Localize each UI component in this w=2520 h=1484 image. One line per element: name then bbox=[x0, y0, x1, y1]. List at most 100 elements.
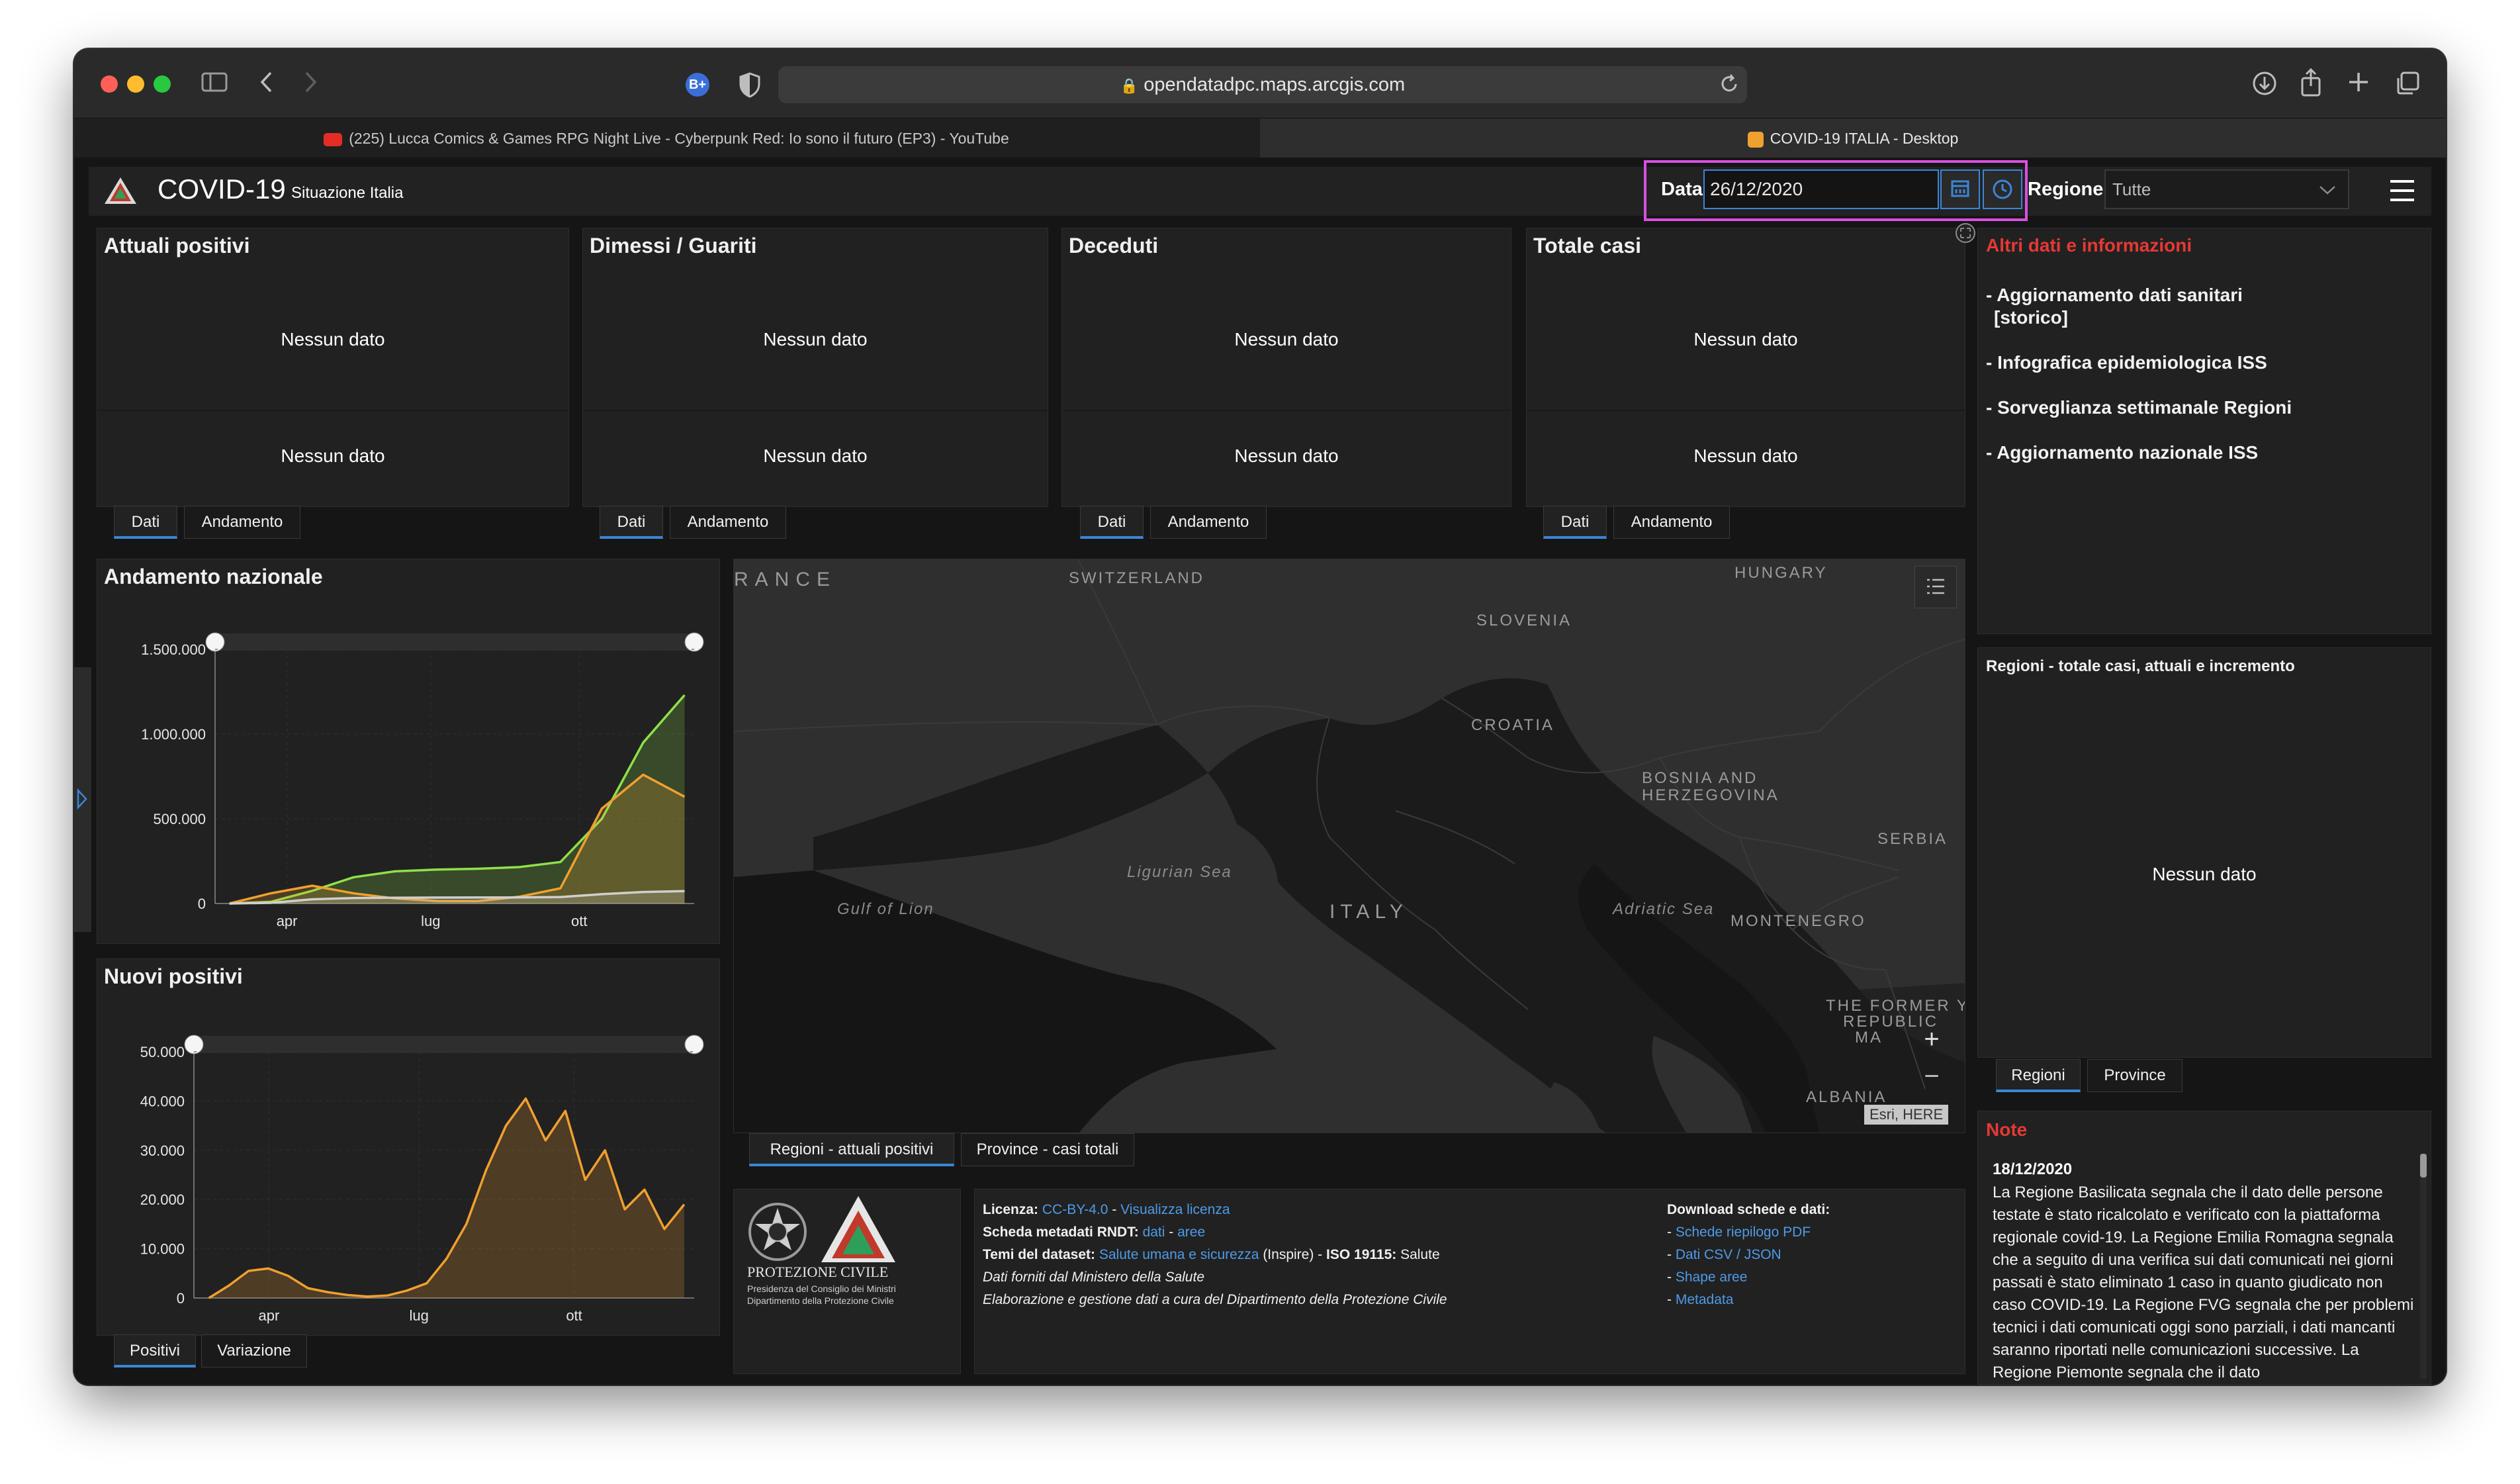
processing-line: Elaborazione e gestione dati a cura del … bbox=[983, 1292, 1447, 1307]
tab-youtube-label: (225) Lucca Comics & Games RPG Night Liv… bbox=[349, 130, 1009, 147]
map-view[interactable]: RANCE SWITZERLAND HUNGARY SLOVENIA CROAT… bbox=[733, 559, 1965, 1133]
tab-dati[interactable]: Dati bbox=[1080, 506, 1144, 539]
map-label-ligurian-sea: Ligurian Sea bbox=[1127, 863, 1232, 881]
tab-positivi[interactable]: Positivi bbox=[114, 1334, 196, 1368]
temi-label: Temi del dataset: bbox=[983, 1247, 1095, 1262]
license-link-cc[interactable]: CC-BY-4.0 bbox=[1042, 1202, 1108, 1217]
dashboard-header: COVID-19 Situazione Italia Data 26/12/20… bbox=[89, 160, 2431, 221]
tab-province[interactable]: Province bbox=[2087, 1059, 2182, 1092]
downloads-icon[interactable] bbox=[2251, 70, 2278, 100]
y-tick-label: 50.000 bbox=[140, 1044, 185, 1060]
x-tick-label: lug bbox=[421, 913, 440, 929]
expand-icon[interactable] bbox=[1954, 221, 1977, 248]
legend-list-icon[interactable] bbox=[1914, 566, 1957, 608]
map-attribution[interactable]: Esri, HERE bbox=[1864, 1105, 1949, 1125]
tab-andamento[interactable]: Andamento bbox=[1613, 506, 1730, 539]
tab-dati[interactable]: Dati bbox=[600, 506, 663, 539]
stat-nodata-bottom: Nessun dato bbox=[281, 445, 385, 466]
stat-divider bbox=[97, 410, 568, 411]
download-link-metadata[interactable]: Metadata bbox=[1676, 1292, 1734, 1307]
back-icon[interactable] bbox=[257, 70, 277, 99]
date-input[interactable]: 26/12/2020 bbox=[1703, 169, 1939, 209]
share-icon[interactable] bbox=[2299, 68, 2323, 100]
protezione-civile-box: PROTEZIONE CIVILE Presidenza del Consigl… bbox=[733, 1189, 961, 1374]
scheda-link-dati[interactable]: dati bbox=[1143, 1225, 1165, 1240]
new-tab-icon[interactable] bbox=[2347, 70, 2370, 97]
tab-andamento[interactable]: Andamento bbox=[184, 506, 300, 539]
download-link-pdf[interactable]: Schede riepilogo PDF bbox=[1676, 1225, 1811, 1240]
x-tick-label: ott bbox=[566, 1307, 582, 1324]
reload-icon[interactable] bbox=[1718, 73, 1740, 99]
side-collapse-bar[interactable] bbox=[74, 667, 91, 932]
zoom-in-button[interactable]: + bbox=[1914, 1023, 1949, 1057]
download-link-shape[interactable]: Shape aree bbox=[1676, 1270, 1748, 1285]
temi-link[interactable]: Salute umana e sicurezza bbox=[1099, 1247, 1259, 1262]
altri-dati-title: Altri dati e informazioni bbox=[1986, 235, 2192, 255]
zoom-out-button[interactable]: − bbox=[1914, 1060, 1949, 1094]
range-slider-track bbox=[215, 633, 694, 651]
altri-dati-panel: Altri dati e informazioni - Aggiornament… bbox=[1977, 228, 2431, 634]
address-url: opendatadpc.maps.arcgis.com bbox=[1144, 74, 1406, 95]
hamburger-menu-icon[interactable] bbox=[2389, 177, 2415, 207]
stat-nodata-top: Nessun dato bbox=[1234, 329, 1339, 349]
license-line: Licenza: CC-BY-4.0 - Visualizza licenza bbox=[983, 1199, 1447, 1221]
arcgis-icon bbox=[1747, 131, 1764, 148]
close-window-button[interactable] bbox=[101, 75, 118, 93]
map-label-gulf-of-lion: Gulf of Lion bbox=[837, 900, 934, 918]
address-bar[interactable]: 🔒 opendatadpc.maps.arcgis.com bbox=[778, 66, 1747, 103]
forward-icon[interactable] bbox=[300, 70, 320, 99]
stat-nodata-bottom: Nessun dato bbox=[1234, 445, 1339, 466]
tab-andamento[interactable]: Andamento bbox=[1150, 506, 1267, 539]
y-tick-label: 0 bbox=[177, 1290, 185, 1307]
license-link-view[interactable]: Visualizza licenza bbox=[1120, 1202, 1230, 1217]
chart-panel-andamento: Andamento nazionale 1.500.000 1.000.000 50… bbox=[97, 559, 720, 944]
tab-overview-icon[interactable] bbox=[2394, 70, 2421, 100]
link-aggiornamento-dati[interactable]: - Aggiornamento dati sanitari bbox=[1986, 284, 2243, 306]
zoom-window-button[interactable] bbox=[154, 75, 171, 93]
range-slider-start-handle bbox=[205, 632, 225, 652]
note-date: 18/12/2020 bbox=[1993, 1160, 2073, 1178]
privacy-shield-icon[interactable] bbox=[739, 71, 761, 101]
stat-panel-deceduti: Deceduti Nessun dato Nessun dato bbox=[1061, 228, 1511, 507]
stat-nodata-top: Nessun dato bbox=[1693, 329, 1798, 349]
map-label-herzegovina: HERZEGOVINA bbox=[1642, 786, 1779, 804]
download-link-csv[interactable]: Dati CSV / JSON bbox=[1676, 1247, 1781, 1262]
series-area bbox=[208, 1098, 684, 1298]
download-block: Download schede e dati: - Schede riepilo… bbox=[1667, 1199, 1830, 1311]
tab-youtube[interactable]: (225) Lucca Comics & Games RPG Night Liv… bbox=[74, 118, 1259, 158]
tab-variazione[interactable]: Variazione bbox=[201, 1334, 307, 1368]
stat-divider bbox=[1527, 410, 1965, 411]
link-sorveglianza[interactable]: - Sorveglianza settimanale Regioni bbox=[1986, 396, 2292, 419]
tab-province-totali[interactable]: Province - casi totali bbox=[961, 1133, 1134, 1166]
x-tick-label: ott bbox=[571, 913, 587, 929]
protezione-civile-title: PROTEZIONE CIVILE bbox=[747, 1264, 889, 1280]
tab-regioni[interactable]: Regioni bbox=[1996, 1059, 2081, 1092]
tab-covid[interactable]: COVID-19 ITALIA - Desktop bbox=[1260, 118, 2446, 158]
link-aggiornamento-iss[interactable]: - Aggiornamento nazionale ISS bbox=[1986, 441, 2258, 464]
tab-dati[interactable]: Dati bbox=[1543, 506, 1607, 539]
note-title: Note bbox=[1986, 1119, 2028, 1140]
browser-window: B+ 🔒 opendatadpc.maps.arcgis.com (225) L… bbox=[74, 49, 2446, 1385]
calendar-icon[interactable] bbox=[1940, 169, 1980, 209]
link-infografica[interactable]: - Infografica epidemiologica ISS bbox=[1986, 351, 2267, 374]
note-text: La Regione Basilicata segnala che il dat… bbox=[1993, 1183, 2414, 1381]
dashboard: COVID-19 Situazione Italia Data 26/12/20… bbox=[74, 158, 2446, 1385]
sidebar-toggle-icon[interactable] bbox=[200, 71, 229, 98]
tab-regioni-attuali[interactable]: Regioni - attuali positivi bbox=[749, 1133, 954, 1166]
extension-icon[interactable]: B+ bbox=[686, 73, 709, 97]
x-tick-label: apr bbox=[259, 1307, 280, 1324]
tab-andamento[interactable]: Andamento bbox=[670, 506, 786, 539]
app-subtitle: Situazione Italia bbox=[291, 184, 404, 202]
note-scrollbar[interactable] bbox=[2420, 1154, 2427, 1379]
minimize-window-button[interactable] bbox=[127, 75, 144, 93]
map-canvas[interactable]: RANCE SWITZERLAND HUNGARY SLOVENIA CROAT… bbox=[734, 559, 1965, 1133]
link-storico[interactable]: [storico] bbox=[1994, 306, 2068, 329]
stat-title: Dimessi / Guariti bbox=[590, 234, 757, 257]
clock-icon[interactable] bbox=[1983, 169, 2022, 209]
scheda-link-aree[interactable]: aree bbox=[1177, 1225, 1205, 1240]
range-slider-end-handle bbox=[684, 1035, 704, 1054]
stat-title: Attuali positivi bbox=[104, 234, 250, 257]
region-select[interactable]: Tutte bbox=[2104, 169, 2349, 209]
tab-dati[interactable]: Dati bbox=[114, 506, 177, 539]
map-label-montenegro: MONTENEGRO bbox=[1731, 912, 1866, 930]
